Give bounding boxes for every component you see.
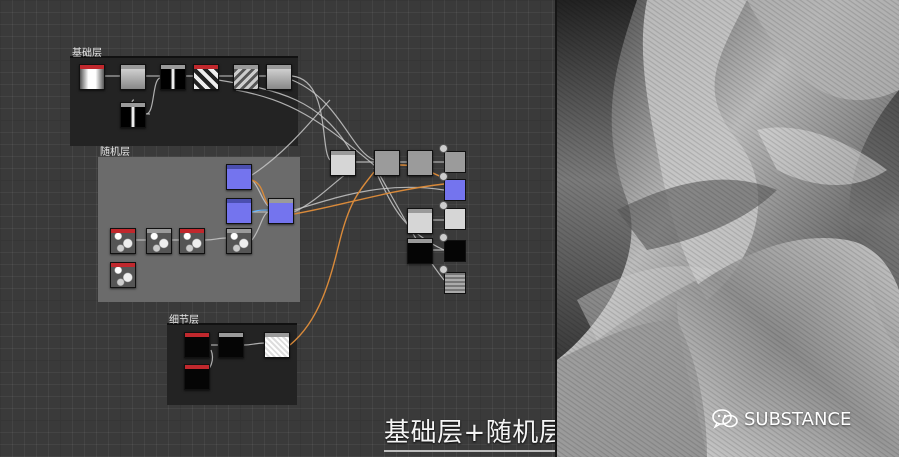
graph-node[interactable] — [79, 64, 105, 90]
wire — [251, 179, 269, 207]
graph-node[interactable] — [226, 228, 252, 254]
wire — [251, 99, 331, 176]
graph-node[interactable] — [179, 228, 205, 254]
wire — [251, 211, 269, 241]
overlay-caption: 基础层+随机层 — [384, 418, 566, 448]
graph-node[interactable] — [407, 238, 433, 264]
output-node[interactable] — [444, 272, 466, 294]
output-icon — [439, 201, 448, 210]
graph-node[interactable] — [184, 332, 210, 358]
graph-node[interactable] — [233, 64, 259, 90]
output-icon — [439, 265, 448, 274]
screenshot: 基础层 随机层 细节层 基础层+随机层 SUBSTANCE — [0, 0, 899, 457]
graph-node[interactable] — [110, 262, 136, 288]
fabric-render-viewport[interactable] — [557, 0, 899, 457]
graph-node[interactable] — [218, 332, 244, 358]
graph-node[interactable] — [374, 150, 400, 176]
watermark: SUBSTANCE — [712, 407, 851, 431]
graph-node[interactable] — [226, 198, 252, 224]
graph-node[interactable] — [407, 208, 433, 234]
output-node[interactable] — [444, 208, 466, 230]
wire — [243, 342, 266, 346]
wechat-icon — [712, 409, 738, 429]
graph-node[interactable] — [268, 198, 294, 224]
output-node[interactable] — [444, 151, 466, 173]
graph-node[interactable] — [146, 228, 172, 254]
graph-node[interactable] — [264, 332, 290, 358]
graph-node[interactable] — [110, 228, 136, 254]
watermark-text: SUBSTANCE — [744, 408, 852, 430]
graph-node[interactable] — [120, 102, 146, 128]
output-icon — [439, 233, 448, 242]
output-node[interactable] — [444, 179, 466, 201]
graph-node[interactable] — [266, 64, 292, 90]
graph-node[interactable] — [330, 150, 356, 176]
caption-underline — [384, 450, 574, 452]
graph-node[interactable] — [160, 64, 186, 90]
wire — [145, 77, 161, 115]
graph-node[interactable] — [193, 64, 219, 90]
output-icon — [439, 144, 448, 153]
output-icon — [439, 172, 448, 181]
output-node[interactable] — [444, 240, 466, 262]
graph-node[interactable] — [407, 150, 433, 176]
graph-node[interactable] — [184, 364, 210, 390]
node-graph-editor[interactable]: 基础层 随机层 细节层 基础层+随机层 — [0, 0, 574, 457]
graph-node[interactable] — [226, 164, 252, 190]
fabric-render-image — [557, 0, 899, 457]
graph-node[interactable] — [120, 64, 146, 90]
wire — [204, 237, 227, 241]
wire-orange — [289, 171, 375, 346]
wire — [293, 186, 445, 211]
wire — [291, 79, 375, 161]
